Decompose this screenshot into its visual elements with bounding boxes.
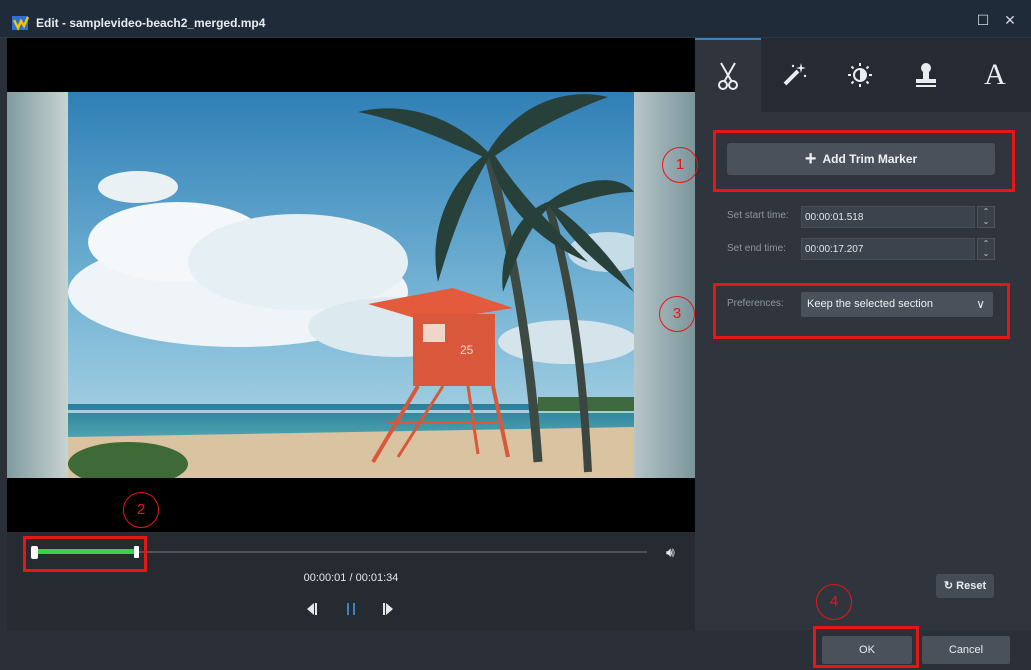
window-title: Edit - samplevideo-beach2_merged.mp4 (36, 16, 266, 30)
tab-effects[interactable] (761, 38, 827, 112)
pause-icon[interactable] (345, 602, 357, 616)
annotation-number: 3 (659, 296, 695, 332)
tab-adjust[interactable] (827, 38, 893, 112)
highlight-preferences (713, 283, 1010, 339)
video-preview: 25 (7, 38, 695, 532)
cancel-button[interactable]: Cancel (922, 636, 1010, 664)
tab-watermark[interactable] (893, 38, 959, 112)
highlight-add-trim (713, 130, 1015, 192)
annotation-number: 4 (816, 584, 852, 620)
app-logo-icon (12, 16, 30, 31)
highlight-ok (813, 626, 919, 668)
close-icon[interactable]: ✕ (1002, 12, 1018, 28)
maximize-icon[interactable]: ☐ (975, 12, 991, 28)
stamp-icon (916, 63, 936, 87)
annotation-number: 2 (123, 492, 159, 528)
volume-icon[interactable]: 🔊︎ (666, 544, 675, 561)
edit-window: Edit - samplevideo-beach2_merged.mp4 ☐ ✕ (0, 0, 1031, 670)
start-time-label: Set start time: (727, 210, 789, 221)
reset-label: Reset (956, 580, 987, 592)
time-display: 00:00:01 / 00:01:34 (303, 572, 399, 584)
start-time-field[interactable]: 00:00:01.518 (801, 206, 975, 228)
beach-scene-image: 25 (68, 92, 634, 478)
end-time-label: Set end time: (727, 243, 786, 254)
end-time-spinner[interactable]: ⌃ ⌄ (977, 238, 995, 260)
title-bar: Edit - samplevideo-beach2_merged.mp4 ☐ ✕ (0, 0, 1031, 38)
video-frame: 25 (7, 92, 695, 478)
end-time-field[interactable]: 00:00:17.207 (801, 238, 975, 260)
annotation-number: 1 (662, 147, 698, 183)
next-frame-icon[interactable] (381, 602, 395, 616)
tab-text[interactable]: A (959, 38, 1031, 112)
tool-tabs: A (695, 38, 1031, 112)
magic-wand-icon (783, 63, 807, 86)
tower-number: 25 (460, 343, 474, 357)
text-icon: A (984, 58, 1006, 91)
highlight-timeline (23, 536, 147, 572)
scissors-icon (718, 62, 738, 90)
tab-trim[interactable] (695, 38, 761, 112)
brightness-icon (848, 63, 872, 87)
reset-button[interactable]: ↻ Reset (936, 574, 994, 598)
reset-icon: ↻ (943, 580, 954, 592)
previous-frame-icon[interactable] (305, 602, 319, 616)
start-time-spinner[interactable]: ⌃ ⌄ (977, 206, 995, 228)
